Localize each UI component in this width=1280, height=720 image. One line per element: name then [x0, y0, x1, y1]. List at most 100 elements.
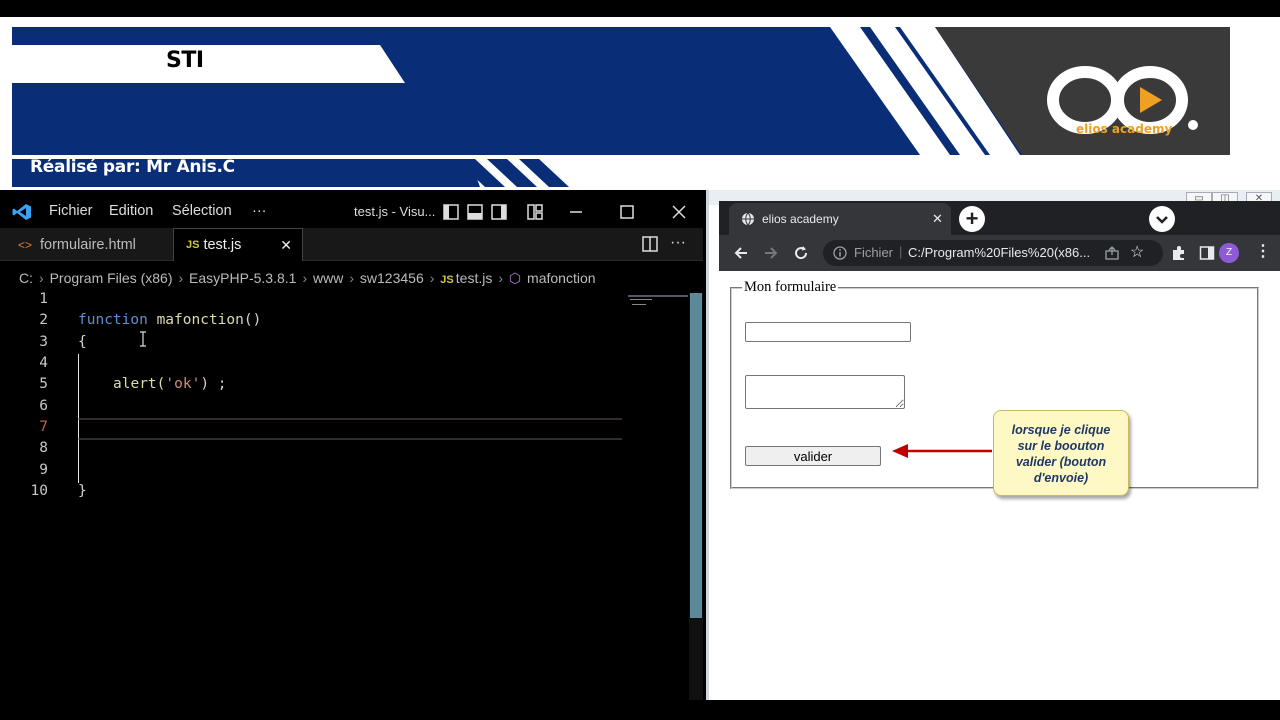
tab-close-icon[interactable]: ✕ [932, 211, 943, 227]
valider-button[interactable]: valider [745, 446, 881, 466]
line-number: 4 [39, 355, 48, 371]
line-number: 10 [30, 483, 48, 499]
breadcrumb-item[interactable]: C: [19, 270, 33, 286]
textarea-field[interactable] [745, 375, 905, 409]
tab-formulaire-html[interactable]: <> formulaire.html [0, 228, 170, 261]
toggle-secondary-sidebar-icon[interactable] [491, 204, 507, 220]
banner-title: STI [166, 48, 204, 73]
minimap[interactable] [628, 295, 688, 309]
line-number: 1 [39, 291, 48, 307]
breadcrumb: C: › Program Files (x86) › EasyPHP-5.3.8.1… [19, 270, 596, 286]
punctuation: () [243, 312, 262, 328]
browser-toolbar: Fichier | C:/Program%20Files%20(x86... ☆… [719, 235, 1280, 271]
globe-icon [742, 212, 754, 226]
maximize-icon[interactable] [619, 204, 635, 220]
string-literal: 'ok' [165, 376, 201, 392]
breadcrumb-item[interactable]: mafonction [527, 270, 595, 286]
js-file-icon: JS [440, 274, 454, 286]
function-symbol-icon: ⬡ [508, 270, 522, 286]
code-line-10: } [78, 483, 87, 499]
side-panel-icon[interactable] [1199, 245, 1215, 261]
editor-scrollbar[interactable] [689, 293, 703, 700]
tab-label: test.js [203, 237, 242, 253]
line-number: 6 [39, 398, 48, 414]
toggle-sidebar-icon[interactable] [443, 204, 459, 220]
address-bar[interactable]: Fichier | C:/Program%20Files%20(x86... ☆ [823, 240, 1163, 266]
minimize-icon[interactable] [568, 204, 584, 220]
annotation-line: sur le boouton [1017, 439, 1105, 453]
tab-test-js[interactable]: JS test.js ✕ [173, 228, 303, 261]
punctuation: ) ; [200, 376, 227, 392]
extensions-puzzle-icon[interactable] [1171, 245, 1187, 261]
annotation-line: lorsque je clique [1011, 423, 1111, 437]
red-arrow-icon [892, 444, 992, 458]
menu-kebab-icon[interactable]: ⋮ [1255, 241, 1271, 261]
editor-tabs: <> formulaire.html JS test.js ✕ ··· [0, 228, 703, 261]
line-number: 9 [39, 462, 48, 478]
annotation-line: valider (bouton [1015, 455, 1107, 469]
call: alert( [113, 376, 166, 392]
address-text[interactable]: C:/Program%20Files%20(x86... [908, 245, 1090, 260]
window-title: test.js - Visu... [354, 204, 436, 219]
menu-more[interactable]: ··· [252, 203, 267, 219]
back-arrow-icon[interactable] [733, 245, 749, 261]
tab-search-button[interactable] [1149, 206, 1175, 232]
text-input[interactable] [745, 322, 911, 342]
breadcrumb-item[interactable]: test.js [456, 270, 493, 286]
browser-tabbar: elios academy ✕ + [719, 201, 1280, 235]
html-file-icon: <> [18, 237, 33, 252]
more-actions-icon[interactable]: ··· [670, 234, 686, 252]
form-legend: Mon formulaire [744, 279, 837, 295]
share-icon[interactable] [1105, 246, 1119, 260]
address-scheme-label: Fichier [854, 245, 894, 260]
vscode-window: Fichier Edition Sélection ··· test.js - … [0, 195, 703, 700]
browser-window: ▭ ◫ ✕ elios academy ✕ + Fichier | C:/Pro… [706, 190, 1280, 700]
new-tab-button[interactable]: + [959, 206, 985, 232]
page-content: Mon formulaire valider lorsque je clique… [719, 271, 1280, 700]
tab-label: formulaire.html [40, 236, 136, 253]
menu-edition[interactable]: Edition [109, 203, 153, 219]
line-number: 8 [39, 440, 48, 456]
line-number: 5 [39, 376, 48, 392]
form-fieldset: Mon formulaire valider lorsque je clique… [730, 279, 1259, 496]
reload-icon[interactable] [793, 245, 809, 261]
annotation-line: d'envoie) [1033, 471, 1089, 485]
toggle-panel-icon[interactable] [467, 204, 483, 220]
vscode-titlebar: Fichier Edition Sélection ··· test.js - … [0, 195, 703, 228]
bookmark-star-icon[interactable]: ☆ [1130, 242, 1144, 262]
profile-avatar[interactable]: Z [1219, 243, 1239, 263]
breadcrumb-item[interactable]: Program Files (x86) [50, 270, 173, 286]
code-line-3: { [78, 334, 87, 350]
text-cursor-icon [140, 331, 146, 347]
elios-logo-icon [1047, 66, 1198, 134]
code-editor[interactable]: 1 2 3 4 5 6 7 8 9 10 function mafonction… [0, 291, 690, 700]
info-icon[interactable] [833, 246, 847, 260]
course-banner: STI Réalisé par: Mr Anis.C elios academy [0, 17, 1280, 190]
breadcrumb-item[interactable]: EasyPHP-5.3.8.1 [189, 270, 296, 286]
line-number-current: 7 [39, 419, 48, 435]
customize-layout-icon[interactable] [527, 204, 543, 220]
vscode-logo-icon [12, 204, 31, 220]
js-file-icon: JS [186, 239, 200, 251]
tab-close-icon[interactable]: ✕ [280, 237, 292, 254]
browser-tab[interactable]: elios academy ✕ [729, 203, 951, 235]
line-number: 3 [39, 334, 48, 350]
line-number: 2 [39, 312, 48, 328]
logo-brand-text: elios academy [1076, 122, 1173, 136]
function-name: mafonction [156, 312, 244, 328]
menu-selection[interactable]: Sélection [172, 203, 232, 219]
forward-arrow-icon[interactable] [763, 245, 779, 261]
menu-fichier[interactable]: Fichier [49, 203, 93, 219]
tab-title: elios academy [762, 212, 839, 226]
code-line-5: alert('ok') ; [113, 374, 227, 395]
scrollbar-thumb[interactable] [690, 293, 702, 618]
breadcrumb-item[interactable]: sw123456 [360, 270, 424, 286]
code-line-2: function mafonction() [78, 310, 261, 331]
keyword: function [78, 312, 148, 328]
banner-author: Réalisé par: Mr Anis.C [30, 157, 235, 177]
split-editor-icon[interactable] [642, 236, 658, 252]
chevron-down-icon [1156, 216, 1168, 224]
close-icon[interactable] [671, 204, 687, 220]
breadcrumb-item[interactable]: www [313, 270, 343, 286]
annotation-callout: lorsque je clique sur le boouton valider… [993, 410, 1129, 496]
